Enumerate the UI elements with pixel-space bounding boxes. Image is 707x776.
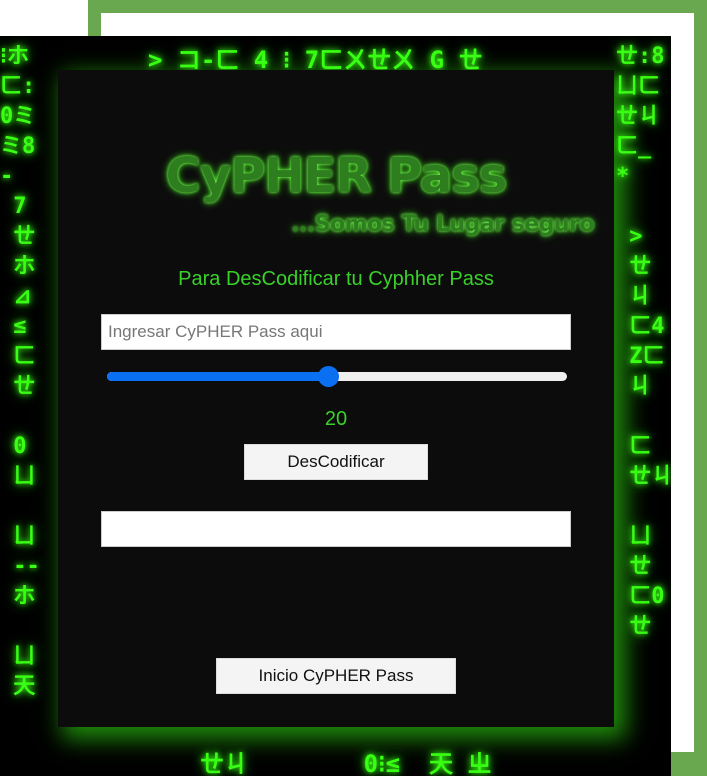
decode-subtitle: Para DesCodificar tu Cyphher Pass (178, 268, 494, 290)
decode-button[interactable]: DesCodificar (244, 444, 428, 480)
slider-thumb[interactable] (317, 366, 339, 387)
decoded-result-field[interactable] (101, 511, 571, 547)
shift-slider[interactable] (107, 366, 567, 387)
app-tagline: ...Somos Tu Lugar seguro (291, 212, 594, 237)
matrix-bottom-row: ㄝㄐ 0⁝≤ 天 ㄓ (200, 750, 492, 776)
decode-card: CyPHER Pass ...Somos Tu Lugar seguro Par… (58, 70, 614, 727)
matrix-left-column: ⁝ホ ㄈ: 0ミ ミ8 - 7 ㄝ ホ ⊿ ≤ ㄈ ㄝ 0 ㄩ ㄩ -- ホ ㄩ… (0, 44, 40, 699)
slider-fill (107, 372, 328, 381)
app-title: CyPHER Pass (165, 148, 508, 204)
cypher-pass-input[interactable] (101, 314, 571, 350)
slider-value: 20 (324, 408, 348, 430)
home-button[interactable]: Inicio CyPHER Pass (216, 658, 456, 694)
matrix-right-column: ㄝ:8 ㄩㄈ ㄝㄐ ㄈ_ * > ㄝ ㄐ ㄈ4 Zㄈ ㄐ ㄈ ㄝㄐ ㄩ ㄝ ㄈ0… (616, 44, 671, 639)
